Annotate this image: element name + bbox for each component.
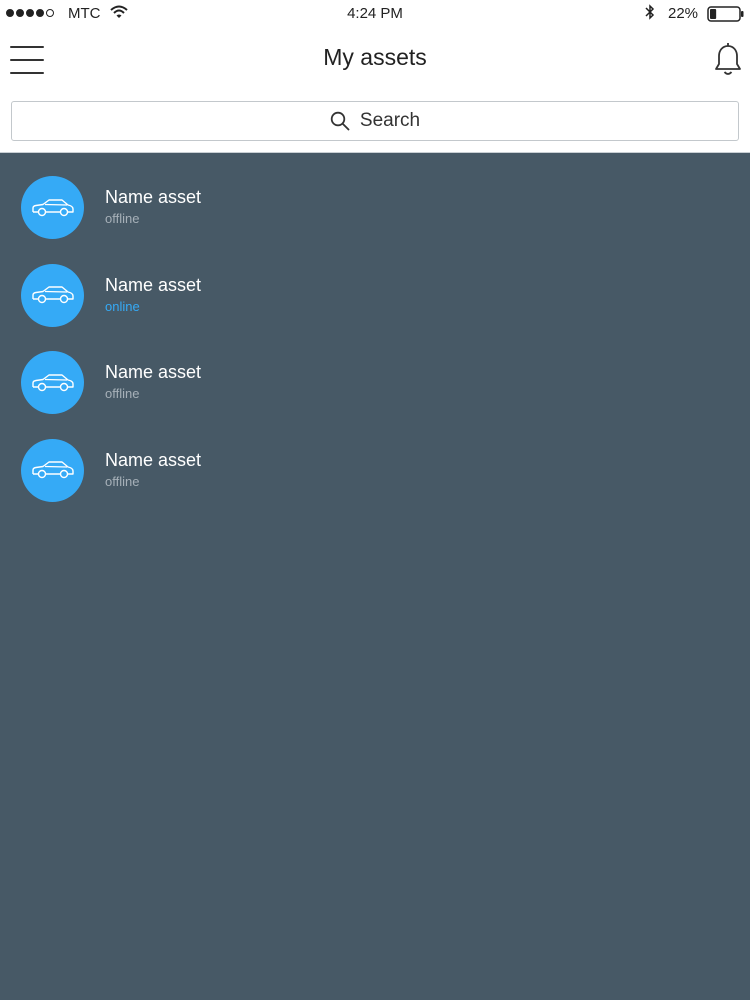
bell-icon <box>715 43 741 75</box>
asset-status: offline <box>105 386 140 401</box>
car-icon <box>31 198 74 216</box>
asset-status: offline <box>105 211 140 226</box>
asset-list-item[interactable]: Name asset offline <box>0 340 750 428</box>
magnifier-icon <box>330 111 350 131</box>
page-title: My assets <box>323 44 427 70</box>
asset-avatar <box>21 263 84 327</box>
bluetooth-icon <box>645 4 655 24</box>
asset-avatar <box>21 438 84 502</box>
car-icon <box>31 286 74 304</box>
notifications-button[interactable] <box>713 42 743 83</box>
status-bar: MTC 4:24 PM 22% <box>0 0 750 28</box>
asset-name: Name asset <box>105 187 202 207</box>
asset-list-item[interactable]: Name asset online <box>0 253 750 341</box>
top-panel: MTC 4:24 PM 22% My assets Search <box>0 0 750 153</box>
battery-percent: 22% <box>668 5 699 22</box>
asset-status: online <box>105 298 140 314</box>
asset-status: offline <box>105 473 140 489</box>
status-time: 4:24 PM <box>347 5 403 22</box>
battery-icon <box>707 6 745 26</box>
car-icon <box>31 373 74 391</box>
asset-list-item[interactable]: Name asset offline <box>0 428 750 516</box>
asset-list-item[interactable]: Name asset offline <box>0 165 750 253</box>
asset-list: Name asset offline Name asset online Nam… <box>0 165 750 515</box>
asset-name: Name asset <box>105 449 202 470</box>
asset-name: Name asset <box>105 362 202 382</box>
asset-avatar <box>21 351 84 414</box>
car-icon <box>31 461 74 479</box>
search-placeholder: Search <box>359 110 421 131</box>
search-input[interactable]: Search <box>11 101 739 141</box>
asset-avatar <box>21 176 84 239</box>
asset-name: Name asset <box>105 274 202 295</box>
